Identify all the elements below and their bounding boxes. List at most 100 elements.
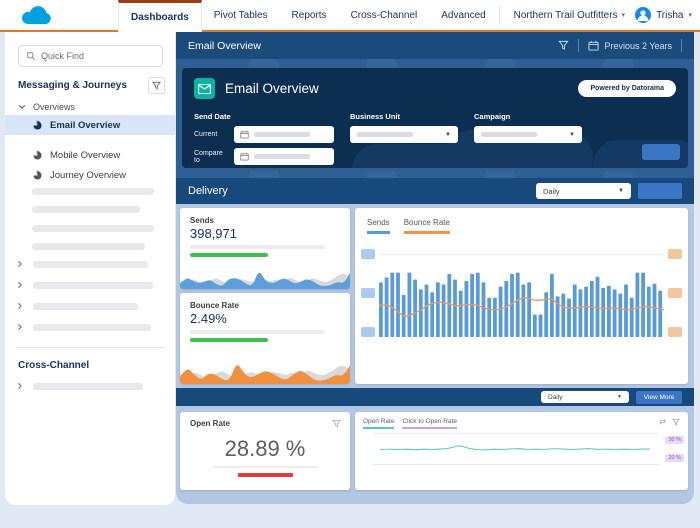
- tab-advanced[interactable]: Advanced: [429, 0, 497, 30]
- tab-reports[interactable]: Reports: [280, 0, 339, 30]
- y-axis-placeholder: [361, 288, 375, 298]
- sends-bounce-bar-line-chart: [379, 261, 664, 337]
- progress-track: [190, 330, 325, 334]
- group-overviews[interactable]: Overviews: [18, 102, 75, 112]
- delivery-section-bar: Delivery Daily ▼: [176, 178, 694, 204]
- bounce-rate-kpi-card: Bounce Rate 2.49%: [180, 293, 350, 384]
- progress-bar: [190, 253, 268, 257]
- sidebar-section-messaging: Messaging & Journeys: [18, 77, 165, 94]
- collapsed-group[interactable]: [16, 302, 138, 310]
- toolbar-frequency-select[interactable]: Daily ▼: [541, 391, 629, 403]
- tab-label: Cross-Channel: [351, 10, 418, 21]
- open-rate-kpi-card: Open Rate 28.89 %: [180, 412, 350, 490]
- tab-pivot-tables[interactable]: Pivot Tables: [202, 0, 280, 30]
- y2-axis-placeholder: [668, 327, 682, 337]
- collapsed-group[interactable]: [16, 323, 151, 331]
- tab-label: Dashboards: [131, 12, 189, 23]
- underline-track: [213, 466, 318, 468]
- open-rate-line-chart: [375, 424, 655, 474]
- apply-button[interactable]: [642, 144, 680, 160]
- y-tick-30: 30 %: [665, 436, 684, 444]
- item-label: Mobile Overview: [50, 150, 120, 161]
- date-range-picker[interactable]: Previous 2 Years: [588, 40, 672, 51]
- filter-icon[interactable]: [332, 419, 341, 428]
- value-placeholder: [254, 154, 310, 159]
- filter-icon[interactable]: [558, 40, 569, 51]
- value-placeholder: [481, 132, 537, 137]
- kpi-value: 398,971: [190, 226, 237, 241]
- divider: [578, 39, 579, 52]
- calendar-icon: [588, 40, 599, 51]
- chevron-down-icon: ▼: [569, 132, 575, 138]
- placeholder-item: [33, 324, 151, 331]
- chevron-right-icon: [16, 323, 24, 331]
- tab-dashboards[interactable]: Dashboards: [118, 0, 202, 32]
- hero-card: Email Overview Powered by Datorama Send …: [182, 68, 688, 168]
- compare-to-date-input[interactable]: [234, 148, 334, 165]
- sends-sparkline-chart: [180, 261, 350, 289]
- kpi-label: Bounce Rate: [190, 301, 239, 310]
- collapsed-group[interactable]: [16, 281, 153, 289]
- collapsed-group[interactable]: [16, 260, 148, 268]
- current-date-input[interactable]: [234, 126, 334, 143]
- kpi-value: 28.89 %: [180, 436, 350, 462]
- collapsed-group[interactable]: [16, 382, 143, 390]
- status-underline: [238, 473, 293, 477]
- dashboard-pie-icon: [32, 150, 43, 161]
- progress-bar: [190, 338, 268, 342]
- org-name: Northern Trail Outfitters: [514, 10, 618, 21]
- tab-label: Advanced: [441, 10, 485, 21]
- chart-tab-sends[interactable]: Sends: [367, 218, 390, 234]
- tab-label: Pivot Tables: [214, 10, 268, 21]
- business-unit-label: Business Unit: [350, 112, 458, 121]
- chevron-right-icon: [16, 302, 24, 310]
- sidebar-divider: [16, 347, 166, 348]
- placeholder-item: [33, 303, 138, 310]
- chevron-down-icon: [18, 103, 26, 111]
- chevron-right-icon: [16, 382, 24, 390]
- placeholder-item: [33, 261, 148, 268]
- delivery-frequency-select[interactable]: Daily ▼: [536, 183, 631, 199]
- hero-title: Email Overview: [225, 81, 319, 96]
- user-menu[interactable]: Trisha ▾: [635, 7, 692, 23]
- send-date-filter: Send Date Current Compare to: [194, 112, 334, 168]
- gridline: [380, 254, 664, 255]
- sidebar-section-cross-channel: Cross-Channel: [18, 360, 165, 371]
- chevron-down-icon: ▾: [622, 11, 626, 19]
- cloud-decoration: [604, 141, 630, 154]
- filter-icon[interactable]: [672, 418, 680, 426]
- kpi-label: Sends: [190, 216, 214, 225]
- tab-cross-channel[interactable]: Cross-Channel: [339, 0, 430, 30]
- sidebar-item-email-overview[interactable]: Email Overview: [5, 115, 175, 135]
- org-picker[interactable]: Northern Trail Outfitters ▾: [499, 6, 625, 24]
- campaign-select[interactable]: ▼: [474, 126, 582, 143]
- section-title: Messaging & Journeys: [18, 80, 127, 91]
- quick-find-search[interactable]: [18, 45, 163, 67]
- delivery-action-button[interactable]: [638, 183, 682, 199]
- sidebar-item-journey-overview[interactable]: Journey Overview: [5, 165, 175, 185]
- chevron-down-icon: ▼: [445, 132, 451, 138]
- user-name: Trisha: [656, 10, 683, 21]
- sidebar-item-mobile-overview[interactable]: Mobile Overview: [5, 145, 175, 165]
- nav-tab-bar: Dashboards Pivot Tables Reports Cross-Ch…: [118, 0, 498, 32]
- view-more-button[interactable]: View More: [636, 391, 682, 404]
- frequency-value: Daily: [548, 394, 562, 401]
- compare-to-label: Compare to: [194, 150, 228, 164]
- folder-filter-button[interactable]: [148, 77, 165, 94]
- secondary-toolbar: Daily ▼ View More: [176, 388, 694, 406]
- chart-tab-bounce-rate[interactable]: Bounce Rate: [404, 218, 450, 234]
- bounce-sparkline-chart: [180, 352, 350, 384]
- avatar: [635, 7, 651, 23]
- sync-icon[interactable]: ⇄: [659, 417, 666, 426]
- business-unit-select[interactable]: ▼: [350, 126, 458, 143]
- item-label: Journey Overview: [50, 170, 126, 181]
- date-range-label: Previous 2 Years: [604, 41, 672, 51]
- y-axis-placeholder: [361, 249, 375, 259]
- chevron-right-icon: [16, 260, 24, 268]
- powered-by-datorama-button[interactable]: Powered by Datorama: [578, 80, 676, 97]
- chevron-down-icon: ▼: [617, 394, 622, 400]
- value-placeholder: [357, 132, 413, 137]
- salesforce-logo-icon[interactable]: [18, 4, 56, 28]
- dashboard-pie-icon: [32, 120, 43, 131]
- search-input[interactable]: [41, 51, 151, 61]
